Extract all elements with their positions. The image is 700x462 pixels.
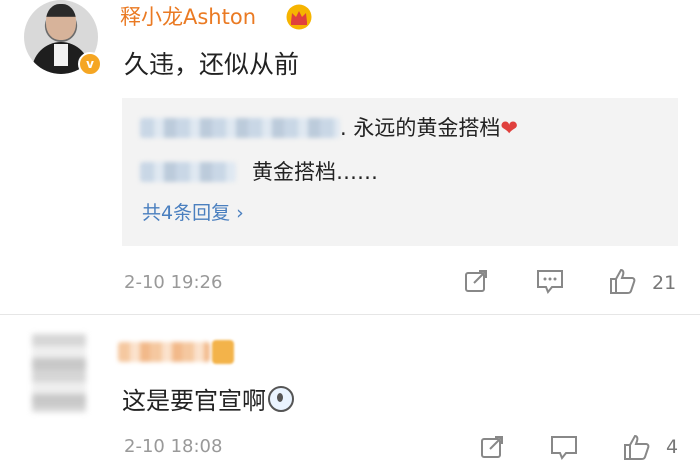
emoji-icon <box>268 386 294 412</box>
user-badge-icon <box>212 340 234 364</box>
blurred-username <box>140 118 340 138</box>
share-icon <box>481 436 503 458</box>
username[interactable]: 释小龙Ashton <box>120 4 256 30</box>
reply-text: . 永远的黄金搭档 <box>340 116 501 140</box>
reply-box[interactable]: . 永远的黄金搭档❤ 黄金搭档…… 共4条回复 › <box>122 98 678 246</box>
like-icon <box>624 434 650 460</box>
comment-text: 这是要官宣啊 <box>122 386 294 416</box>
heart-icon: ❤ <box>500 116 518 140</box>
comment-icon <box>551 436 577 460</box>
comment-button[interactable] <box>534 266 566 296</box>
like-count: 21 <box>652 272 677 294</box>
more-replies-link[interactable]: 共4条回复 › <box>142 201 244 225</box>
verified-icon: v <box>78 52 102 76</box>
reply-item[interactable]: 黄金搭档…… <box>252 159 378 185</box>
timestamp: 2-10 18:08 <box>124 436 223 457</box>
blurred-username <box>140 162 236 182</box>
reply-item[interactable]: . 永远的黄金搭档❤ <box>340 115 518 141</box>
comment-button[interactable] <box>548 432 580 462</box>
comment-text-content: 这是要官宣啊 <box>122 387 266 415</box>
avatar-head <box>46 4 76 40</box>
like-button[interactable] <box>606 266 638 296</box>
timestamp: 2-10 19:26 <box>124 272 223 293</box>
divider <box>0 314 700 315</box>
comment-icon <box>537 270 563 294</box>
crown-icon <box>286 4 312 30</box>
like-icon <box>610 268 636 294</box>
share-button[interactable] <box>460 266 492 296</box>
like-button[interactable] <box>620 432 652 462</box>
comment-text: 久违，还似从前 <box>124 50 300 79</box>
avatar-shirt <box>54 44 68 66</box>
blurred-username[interactable] <box>118 342 210 362</box>
avatar[interactable] <box>32 334 86 412</box>
like-count: 4 <box>666 436 679 458</box>
share-button[interactable] <box>476 432 508 462</box>
share-icon <box>465 270 487 292</box>
